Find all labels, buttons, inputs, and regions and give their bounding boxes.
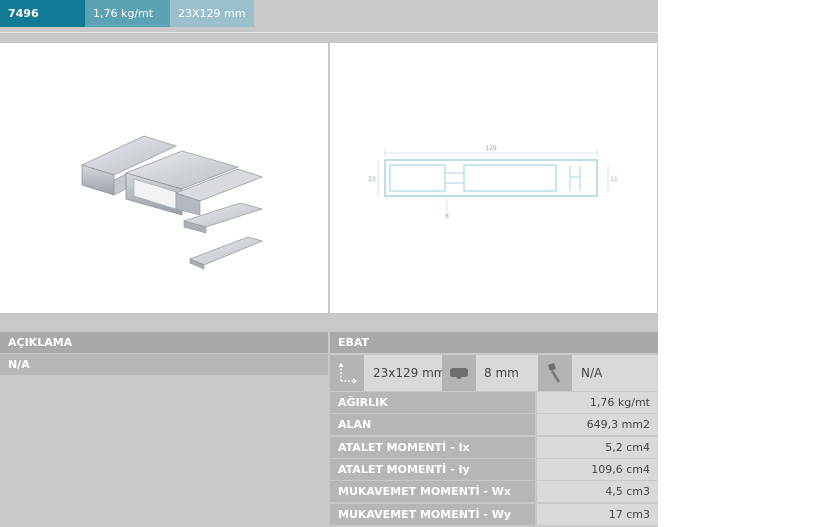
- product-panel: 7496 1,76 kg/mt 23X129 mm 129 23 11 8 AÇ…: [0, 0, 658, 527]
- tab-product-dimensions[interactable]: 23X129 mm: [170, 0, 254, 27]
- slot-dimension-label: 11: [610, 176, 618, 183]
- property-label: AĞIRLIK: [330, 392, 535, 413]
- ebat-screw-value: N/A: [581, 366, 603, 380]
- property-label: ATALET MOMENTİ - Ix: [330, 437, 535, 458]
- profile-3d-illustration: [80, 135, 264, 270]
- property-row-inertia-x: ATALET MOMENTİ - Ix 5,2 cm4: [330, 437, 658, 458]
- property-row-weight: AĞIRLIK 1,76 kg/mt: [330, 392, 658, 413]
- property-row-resistance-x: MUKAVEMET MOMENTİ - Wx 4,5 cm3: [330, 481, 658, 502]
- property-value: 4,5 cm3: [537, 481, 658, 502]
- description-value: N/A: [0, 354, 328, 375]
- ebat-row: 23x129 mm 8 mm N/A: [330, 355, 658, 391]
- width-dimension-label: 129: [485, 145, 497, 152]
- height-dimension-label: 23: [368, 176, 376, 183]
- cross-section-diagram: 129 23 11 8: [368, 145, 618, 220]
- property-value: 109,6 cm4: [537, 459, 658, 480]
- property-label: ATALET MOMENTİ - Iy: [330, 459, 535, 480]
- gasket-icon: [442, 355, 476, 391]
- property-row-resistance-y: MUKAVEMET MOMENTİ - Wy 17 cm3: [330, 504, 658, 525]
- header-divider: [0, 32, 658, 33]
- property-value: 649,3 mm2: [537, 414, 658, 435]
- dimension-icon: [330, 355, 364, 391]
- property-label: MUKAVEMET MOMENTİ - Wy: [330, 504, 535, 525]
- ebat-gasket-value: 8 mm: [484, 366, 519, 380]
- profile-3d-image[interactable]: [0, 43, 328, 313]
- property-row-area: ALAN 649,3 mm2: [330, 414, 658, 435]
- description-area: [0, 354, 328, 527]
- profile-technical-drawing[interactable]: 129 23 11 8: [330, 43, 657, 313]
- screw-icon: [538, 355, 572, 391]
- property-value: 17 cm3: [537, 504, 658, 525]
- description-heading: AÇIKLAMA: [0, 332, 328, 353]
- property-value: 1,76 kg/mt: [537, 392, 658, 413]
- small-dimension-label: 8: [445, 213, 449, 220]
- property-label: MUKAVEMET MOMENTİ - Wx: [330, 481, 535, 502]
- tab-product-code[interactable]: 7496: [0, 0, 85, 27]
- property-label: ALAN: [330, 414, 535, 435]
- ebat-heading: EBAT: [330, 332, 658, 353]
- tab-product-weight[interactable]: 1,76 kg/mt: [85, 0, 170, 27]
- property-value: 5,2 cm4: [537, 437, 658, 458]
- ebat-dimension-value: 23x129 mm: [373, 366, 446, 380]
- property-row-inertia-y: ATALET MOMENTİ - Iy 109,6 cm4: [330, 459, 658, 480]
- product-header-tabs: 7496 1,76 kg/mt 23X129 mm: [0, 0, 254, 27]
